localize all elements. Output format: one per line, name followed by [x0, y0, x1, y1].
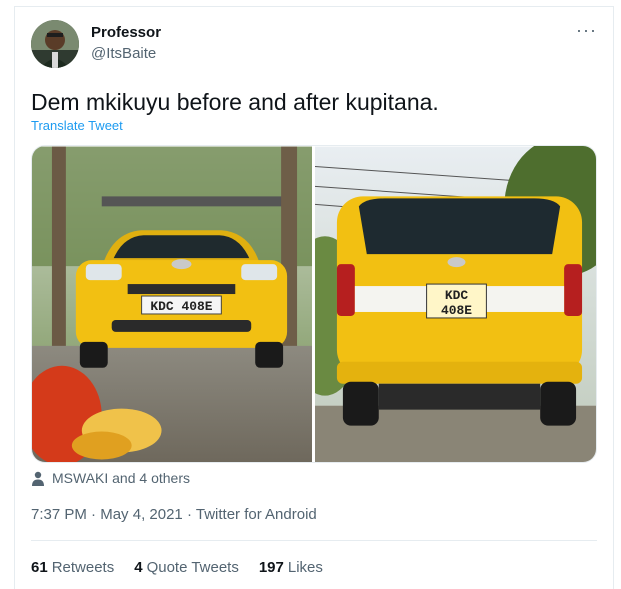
- social-context-text: MSWAKI and 4 others: [52, 470, 190, 486]
- likes-stat[interactable]: 197 Likes: [259, 559, 323, 576]
- person-icon: [32, 471, 44, 486]
- more-icon[interactable]: ···: [576, 21, 597, 39]
- likes-count: 197: [258, 559, 284, 576]
- quotes-stat[interactable]: 4 Quote Tweets: [134, 559, 239, 576]
- tweet-meta: 7:37 PM · May 4, 2021 · Twitter for Andr…: [31, 506, 317, 523]
- author-handle[interactable]: @ItsBaite: [91, 45, 156, 62]
- tweet-media[interactable]: KDC 408E KDC 408E: [31, 145, 597, 463]
- retweets-stat[interactable]: 61 Retweets: [31, 559, 114, 576]
- quotes-count: 4: [134, 559, 143, 576]
- meta-separator: ·: [91, 506, 97, 523]
- avatar[interactable]: [31, 20, 79, 68]
- divider: [31, 540, 597, 541]
- tweet-stats: 61 Retweets 4 Quote Tweets 197 Likes: [31, 559, 323, 576]
- plate-after-line1: KDC: [445, 288, 469, 303]
- tweet-date[interactable]: May 4, 2021: [100, 506, 183, 523]
- translate-tweet-link[interactable]: Translate Tweet: [31, 118, 123, 133]
- photo-after[interactable]: KDC 408E: [315, 146, 596, 463]
- photo-before[interactable]: KDC 408E: [32, 146, 312, 463]
- social-context[interactable]: MSWAKI and 4 others: [31, 470, 190, 486]
- plate-before: KDC 408E: [150, 299, 212, 314]
- retweets-count: 61: [31, 559, 48, 576]
- likes-label: Likes: [287, 559, 323, 576]
- author-name[interactable]: Professor: [91, 24, 161, 41]
- tweet-source[interactable]: Twitter for Android: [196, 506, 317, 523]
- meta-separator: ·: [186, 506, 192, 523]
- retweets-label: Retweets: [51, 559, 115, 576]
- tweet-text: Dem mkikuyu before and after kupitana.: [31, 89, 439, 115]
- tweet-time[interactable]: 7:37 PM: [31, 506, 87, 523]
- plate-after-line2: 408E: [441, 303, 472, 318]
- quotes-label: Quote Tweets: [146, 559, 239, 576]
